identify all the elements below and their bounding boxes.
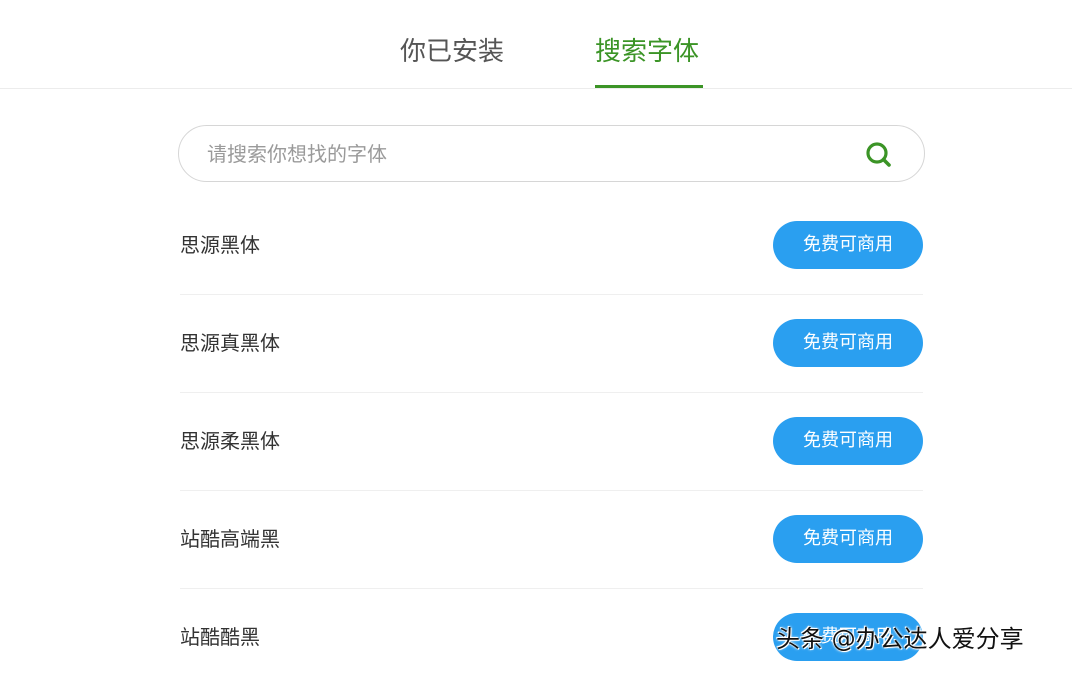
license-button[interactable]: 免费可商用 <box>773 319 923 367</box>
font-list: 思源黑体 免费可商用 思源真黑体 免费可商用 思源柔黑体 免费可商用 站酷高端黑… <box>180 197 923 673</box>
font-name: 思源真黑体 <box>180 331 280 355</box>
list-item: 思源柔黑体 免费可商用 <box>180 393 923 491</box>
list-item: 思源黑体 免费可商用 <box>180 197 923 295</box>
search-box <box>178 125 925 182</box>
watermark-text: 头条 @办公达人爱分享 <box>776 625 1024 653</box>
license-button[interactable]: 免费可商用 <box>773 515 923 563</box>
search-icon[interactable] <box>863 139 895 171</box>
font-name: 思源柔黑体 <box>180 429 280 453</box>
list-item: 站酷高端黑 免费可商用 <box>180 491 923 589</box>
license-button[interactable]: 免费可商用 <box>773 417 923 465</box>
license-button[interactable]: 免费可商用 <box>773 221 923 269</box>
tab-bar: 你已安装 搜索字体 <box>0 0 1072 89</box>
tab-search-fonts[interactable]: 搜索字体 <box>595 34 705 88</box>
tab-installed[interactable]: 你已安装 <box>400 34 510 88</box>
search-input[interactable] <box>207 139 847 169</box>
font-name: 站酷高端黑 <box>180 527 280 551</box>
list-item: 思源真黑体 免费可商用 <box>180 295 923 393</box>
font-name: 思源黑体 <box>180 233 260 257</box>
font-manager-page: 你已安装 搜索字体 思源黑体 免费可商用 思源真黑体 免费可商用 思源柔黑体 免… <box>0 0 1072 673</box>
font-name: 站酷酷黑 <box>180 625 260 649</box>
